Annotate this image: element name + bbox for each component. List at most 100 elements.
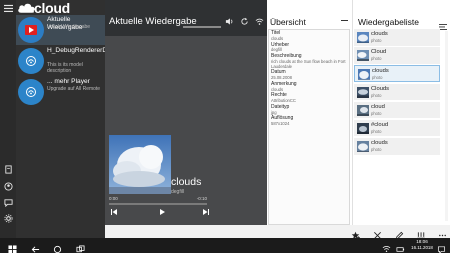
source-subtitle: This is its model description bbox=[47, 62, 83, 74]
playlist-list: clouds photo Cloud photo clouds photo Cl… bbox=[354, 29, 445, 225]
thumbnail-image bbox=[357, 104, 369, 116]
cortana-search-icon[interactable] bbox=[53, 241, 62, 253]
time-remaining: -0:10 bbox=[196, 196, 207, 201]
playlist-item[interactable]: cloud photo bbox=[354, 101, 440, 119]
metadata-value: clouds bbox=[271, 35, 284, 41]
metadata-value: rich clouds at the Sun flow beach in For… bbox=[271, 58, 346, 69]
windows-taskbar: 18:06 16.11.2018 bbox=[0, 238, 450, 253]
item-kind: photo bbox=[371, 147, 382, 153]
item-name: clouds bbox=[372, 68, 389, 75]
metadata-list: Titel clouds Urheber degfill Beschreibun… bbox=[268, 29, 350, 225]
more-options-icon[interactable] bbox=[438, 227, 447, 237]
local-player-avatar bbox=[18, 17, 44, 43]
item-name: clouds bbox=[371, 140, 388, 147]
metadata-value: 587x1024 bbox=[271, 121, 290, 126]
metadata-row-note: Anmerkung clouds bbox=[271, 81, 347, 93]
battery-icon[interactable] bbox=[396, 241, 405, 252]
clock-date: 16.11.2018 bbox=[411, 245, 433, 250]
edit-pencil-icon[interactable] bbox=[395, 227, 404, 240]
task-view-icon[interactable] bbox=[76, 241, 85, 253]
metadata-row-resolution: Auflösung 587x1024 bbox=[271, 116, 347, 127]
playlist-item[interactable]: Clouds photo bbox=[354, 83, 440, 101]
item-kind: photo bbox=[371, 56, 382, 62]
playlist-item[interactable]: #cloud photo bbox=[354, 119, 440, 137]
play-logo-icon bbox=[25, 25, 37, 35]
overview-pane: Übersicht Titel clouds Urheber degfill B… bbox=[267, 0, 353, 225]
renderer-avatar bbox=[18, 48, 44, 74]
collapse-pane-icon[interactable] bbox=[341, 20, 348, 21]
source-title: H_DebugRendererDevice bbox=[47, 47, 123, 54]
playlist-scrollbar[interactable] bbox=[445, 31, 448, 221]
item-kind: photo bbox=[371, 110, 382, 116]
now-playing-header: Aktuelle Wiedergabe bbox=[105, 0, 267, 36]
playlist-add-icon[interactable] bbox=[417, 227, 426, 239]
play-button-icon[interactable] bbox=[157, 208, 166, 217]
playlist-pane: Wiedergabeliste clouds photo Cloud photo… bbox=[353, 0, 450, 225]
volume-icon[interactable] bbox=[224, 17, 234, 27]
app-logo: cloud bbox=[16, 0, 105, 16]
playlist-menu-icon[interactable] bbox=[439, 18, 447, 30]
overview-title: Übersicht bbox=[270, 17, 306, 27]
notification-tray-icon[interactable] bbox=[382, 241, 391, 253]
more-players-avatar bbox=[18, 79, 44, 105]
cloud-account-icon[interactable] bbox=[3, 181, 13, 191]
sources-pane: cloud Aktuelle Wiedergabe Lokale Wiederg… bbox=[16, 0, 123, 238]
previous-track-icon[interactable] bbox=[109, 208, 118, 217]
cast-device-icon bbox=[26, 56, 36, 66]
left-rail bbox=[0, 0, 16, 238]
wifi-icon[interactable] bbox=[254, 17, 264, 27]
source-subtitle: Lokale Wiedergabe bbox=[47, 24, 91, 30]
metadata-row-description: Beschreibung rich clouds at the Sun flow… bbox=[271, 53, 347, 69]
settings-gear-icon[interactable] bbox=[3, 213, 13, 223]
time-elapsed: 0:00 bbox=[109, 196, 118, 201]
thumbnail-image bbox=[357, 122, 369, 134]
item-name: #cloud bbox=[371, 121, 389, 128]
close-icon[interactable] bbox=[373, 227, 382, 239]
now-playing-pane: Aktuelle Wiedergabe clouds degfill 0:00 … bbox=[105, 0, 267, 238]
source-title: ... mehr Player bbox=[47, 78, 90, 85]
item-name: Cloud bbox=[371, 49, 387, 56]
metadata-row-rights: Rechte AttributionCC bbox=[271, 93, 347, 104]
playlist-item[interactable]: clouds photo bbox=[354, 138, 440, 155]
action-center-icon[interactable] bbox=[437, 241, 446, 253]
item-kind: photo bbox=[372, 75, 383, 81]
document-icon[interactable] bbox=[3, 164, 13, 174]
next-track-icon[interactable] bbox=[201, 208, 210, 217]
playlist-item[interactable]: clouds photo bbox=[354, 29, 440, 46]
back-arrow-icon[interactable] bbox=[31, 241, 40, 253]
album-art-image bbox=[109, 135, 171, 194]
track-artist: degfill bbox=[171, 189, 185, 195]
item-name: clouds bbox=[371, 31, 388, 37]
source-item-local-playback[interactable]: Aktuelle Wiedergabe Lokale Wiedergabe bbox=[16, 15, 105, 45]
windows-start-icon[interactable] bbox=[8, 241, 17, 253]
playlist-item[interactable]: Cloud photo bbox=[354, 47, 440, 64]
add-favorite-icon[interactable] bbox=[351, 227, 360, 240]
taskbar-clock[interactable]: 18:06 16.11.2018 bbox=[410, 239, 434, 251]
thumbnail-image bbox=[357, 86, 369, 98]
metadata-row-filetype: Dateityp jpg bbox=[271, 104, 347, 116]
volume-slider[interactable] bbox=[183, 26, 221, 28]
metadata-row-title: Titel clouds bbox=[271, 30, 347, 42]
thumbnail-image bbox=[357, 140, 369, 153]
metadata-row-author: Urheber degfill bbox=[271, 42, 347, 54]
metadata-row-date: Datum 25.08.2008 bbox=[271, 70, 347, 81]
playlist-title: Wiedergabeliste bbox=[358, 17, 419, 27]
source-item-more-players[interactable]: ... mehr Player Upgrade auf All Remote bbox=[16, 77, 105, 107]
refresh-icon[interactable] bbox=[239, 17, 249, 27]
item-kind: photo bbox=[371, 128, 382, 134]
item-name: cloud bbox=[371, 103, 385, 110]
hamburger-menu-icon[interactable] bbox=[3, 3, 13, 13]
playback-progress-bar[interactable] bbox=[109, 203, 207, 205]
item-kind: photo bbox=[371, 92, 382, 98]
logo-text: cloud bbox=[34, 0, 70, 16]
track-title: clouds bbox=[171, 176, 202, 188]
thumbnail-image bbox=[357, 31, 369, 43]
feedback-icon[interactable] bbox=[3, 197, 13, 207]
thumbnail-image bbox=[357, 49, 369, 62]
source-item-debug-renderer[interactable]: H_DebugRendererDevice This is its model … bbox=[16, 46, 123, 76]
item-kind: photo bbox=[371, 38, 382, 43]
cast-device-icon bbox=[26, 87, 36, 97]
command-bar bbox=[105, 225, 450, 240]
item-name: Clouds bbox=[371, 85, 390, 92]
playlist-item-selected[interactable]: clouds photo bbox=[354, 65, 440, 82]
